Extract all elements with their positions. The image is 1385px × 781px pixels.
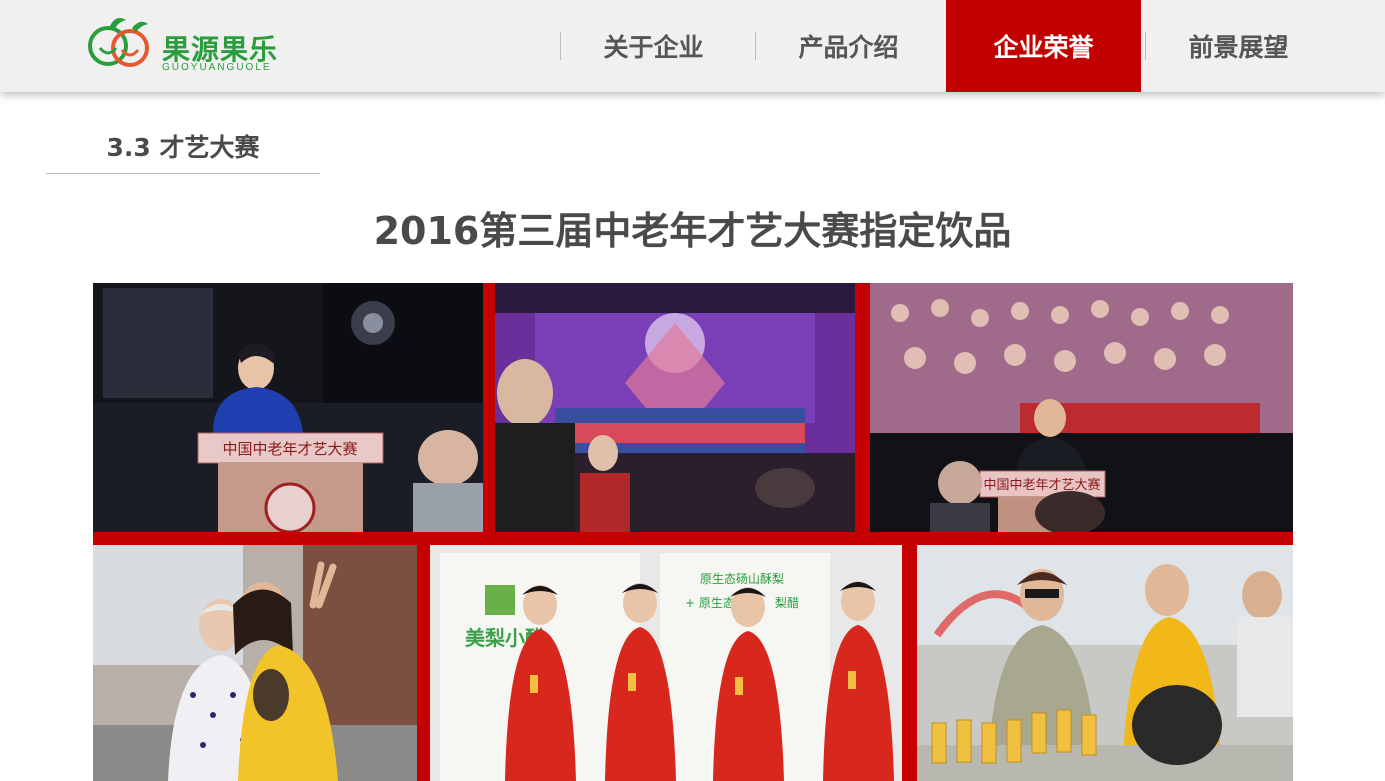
photo-speaker-podium: 中国中老年才艺大赛 [93,283,483,532]
nav-products[interactable]: 产品介绍 [751,0,946,92]
main-nav: 关于企业 产品介绍 企业荣誉 前景展望 [556,0,1336,92]
poster-text-3: 梨醋 [775,595,799,610]
poster-text-1: 原生态砀山酥梨 [700,572,784,586]
nav-about[interactable]: 关于企业 [556,0,751,92]
photo-qipao-promoters: 原生态砀山酥梨 + 原生态 梨醋 美梨小醋 [430,545,902,781]
photo-outdoor-tasting [917,545,1293,781]
fruit-logo-icon [88,18,149,67]
photo-collage: 中国中老年才艺大赛 中国中老年才艺大赛 原生态砀山酥梨 + 原生态 梨醋 美梨小… [93,283,1293,781]
nav-outlook[interactable]: 前景展望 [1141,0,1336,92]
nav-honors[interactable]: 企业荣誉 [946,0,1141,92]
photo-two-ladies [93,545,417,781]
podium-sign-text-2: 中国中老年才艺大赛 [983,477,1100,493]
page-title: 2016第三届中老年才艺大赛指定饮品 [373,209,1012,253]
poster-text-2: + 原生态 [685,596,735,610]
brand-name-en: GUOYUANGUOLE [162,62,272,73]
photo-choir-stage [495,283,855,532]
site-header: 果源果乐 GUOYUANGUOLE 关于企业 产品介绍 企业荣誉 前景展望 [0,0,1385,92]
section-title: 3.3 才艺大赛 [46,128,320,174]
brand-logo[interactable]: 果源果乐 GUOYUANGUOLE [86,12,286,73]
photo-audience-speaker: 中国中老年才艺大赛 [870,283,1293,532]
podium-sign-text: 中国中老年才艺大赛 [222,440,357,458]
